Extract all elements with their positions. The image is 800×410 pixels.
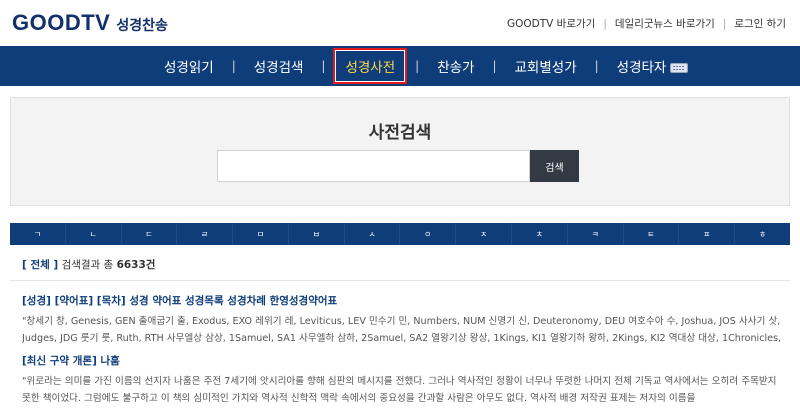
result-item: [최신 구약 개론] 나훔 "위로라는 의미를 가진 이름의 선지자 나훔은 주… (22, 353, 782, 407)
index-letter[interactable]: ㄴ (66, 223, 122, 245)
nav-church-hymns[interactable]: 교회별성가 (511, 56, 581, 76)
result-title[interactable]: [최신 구약 개론] 나훔 (22, 353, 782, 368)
result-snippet: "위로라는 의미를 가진 이름의 선지자 나훔은 주전 7세기에 앗시리아를 향… (22, 376, 777, 404)
nav-bible-search[interactable]: 성경검색 (250, 56, 308, 76)
logo-main-text: GOODTV (12, 10, 111, 35)
index-letter[interactable]: ㅅ (345, 223, 401, 245)
index-letter[interactable]: ㅊ (512, 223, 568, 245)
nav-bible-typing[interactable]: 성경타자 (613, 56, 693, 76)
nav-divider: | (231, 59, 236, 73)
index-letter[interactable]: ㅁ (233, 223, 289, 245)
goodtv-link[interactable]: GOODTV 바로가기 (507, 16, 595, 31)
index-letter[interactable]: ㅇ (400, 223, 457, 245)
link-divider: | (603, 17, 607, 30)
nav-divider: | (321, 59, 326, 73)
login-link[interactable]: 로그인 하기 (734, 16, 786, 31)
result-summary-text: 검색결과 총 (61, 259, 114, 271)
top-header: GOODTV 성경찬송 GOODTV 바로가기 | 데일리굿뉴스 바로가기 | … (0, 0, 800, 46)
nav-hymns[interactable]: 찬송가 (433, 56, 478, 76)
index-letter[interactable]: ㅂ (289, 223, 345, 245)
top-links: GOODTV 바로가기 | 데일리굿뉴스 바로가기 | 로그인 하기 (507, 16, 786, 31)
divider (10, 280, 790, 281)
result-snippet: "창세기 창, Genesis, GEN 출애굽기 출, Exodus, EXO… (22, 316, 782, 344)
index-letter[interactable]: ㅍ (679, 223, 736, 245)
result-scope: [ 전체 ] (22, 259, 59, 271)
nav-bible-typing-label: 성경타자 (616, 60, 667, 76)
search-button[interactable]: 검색 (530, 150, 579, 182)
dailygoodnews-link[interactable]: 데일리굿뉴스 바로가기 (615, 16, 715, 31)
dictionary-search-panel: 사전검색 검색 (10, 97, 790, 206)
index-letter[interactable]: ㅌ (624, 223, 680, 245)
index-letter[interactable]: ㅋ (568, 223, 624, 245)
nav-divider: | (415, 59, 420, 73)
logo-sub-text: 성경찬송 (116, 18, 168, 34)
result-count: 6633건 (116, 259, 156, 271)
nav-divider: | (594, 59, 599, 73)
site-logo[interactable]: GOODTV 성경찬송 (12, 10, 168, 36)
index-letter[interactable]: ㅈ (456, 223, 513, 245)
result-summary: [ 전체 ] 검색결과 총 6633건 (22, 257, 155, 272)
index-letter[interactable]: ㅎ (735, 223, 790, 245)
link-divider: | (722, 17, 727, 30)
keyboard-icon (670, 63, 689, 73)
result-title[interactable]: [성경] [약어표] [목차] 성경 약어표 성경목록 성경차례 한영성경약어표 (22, 293, 782, 308)
nav-bible-reading[interactable]: 성경읽기 (160, 56, 218, 76)
index-letter[interactable]: ㄱ (10, 223, 66, 245)
search-title: 사전검색 (368, 123, 432, 143)
index-letter[interactable]: ㄷ (122, 223, 178, 245)
consonant-index-bar: ㄱ ㄴ ㄷ ㄹ ㅁ ㅂ ㅅ ㅇ ㅈ ㅊ ㅋ ㅌ ㅍ ㅎ (10, 223, 790, 245)
search-input[interactable] (217, 150, 530, 182)
nav-divider: | (492, 59, 497, 73)
index-letter[interactable]: ㄹ (177, 223, 234, 245)
nav-bible-dictionary[interactable]: 성경사전 (333, 48, 408, 84)
result-item: [성경] [약어표] [목차] 성경 약어표 성경목록 성경차례 한영성경약어표… (22, 293, 782, 347)
main-nav: 성경읽기 | 성경검색 | 성경사전 | 찬송가 | 교회별성가 | 성경타자 (0, 46, 800, 86)
